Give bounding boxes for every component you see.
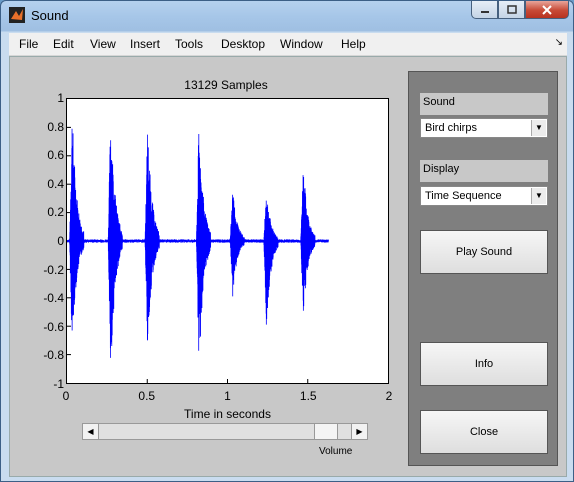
close-icon <box>542 4 552 15</box>
plot-area[interactable] <box>66 98 389 384</box>
x-axis-label: Time in seconds <box>184 407 271 421</box>
minimize-icon <box>480 10 489 13</box>
menu-insert[interactable]: Insert <box>130 37 160 51</box>
y-tick-label: 0.4 <box>47 176 64 191</box>
y-tick-label: 0.2 <box>47 205 64 220</box>
sound-label: Sound <box>420 93 548 115</box>
volume-label: Volume <box>319 446 353 457</box>
menu-edit[interactable]: Edit <box>53 37 74 51</box>
menu-bar: ↘ File Edit View Insert Tools Desktop Window He… <box>9 33 567 56</box>
x-tick-label: 0 <box>62 389 70 403</box>
title-bar[interactable]: Sound <box>1 1 573 31</box>
x-tick-label: 0.5 <box>138 389 156 403</box>
x-tick-label: 1.5 <box>299 389 317 403</box>
y-tick-label: -0.6 <box>43 319 64 334</box>
info-button[interactable]: Info <box>420 342 548 386</box>
menu-tools[interactable]: Tools <box>175 37 203 51</box>
display-label: Display <box>420 160 548 182</box>
figure-area: 13129 Samples 1 0.8 0.6 0.4 0.2 0 -0.2 -0.4 -0.6… <box>9 56 567 477</box>
display-select-value: Time Sequence <box>425 190 502 202</box>
volume-slider[interactable]: ◀ ▶ <box>82 423 368 440</box>
sound-select[interactable]: Bird chirps ▼ <box>420 118 548 138</box>
minimize-button[interactable] <box>471 1 498 19</box>
slider-left-arrow[interactable]: ◀ <box>83 424 99 439</box>
x-tick-label: 2 <box>385 389 393 403</box>
chevron-down-icon[interactable]: ▼ <box>531 120 546 136</box>
y-tick-label: 0.8 <box>47 119 64 134</box>
sound-select-value: Bird chirps <box>425 122 477 134</box>
sound-window: Sound ↘ File Edit View Insert Tools Desktop Wi… <box>0 0 574 482</box>
y-tick-label: 1 <box>57 91 64 105</box>
x-tick-label: 1 <box>224 389 231 403</box>
matlab-icon <box>9 7 25 23</box>
y-tick-label: -0.4 <box>43 291 64 306</box>
close-window-button[interactable] <box>525 1 569 19</box>
y-tick-label: -0.2 <box>43 262 64 277</box>
play-sound-button[interactable]: Play Sound <box>420 230 548 274</box>
chevron-down-icon[interactable]: ▼ <box>531 188 546 204</box>
slider-thumb[interactable] <box>313 424 338 439</box>
menu-view[interactable]: View <box>90 37 116 51</box>
menu-help[interactable]: Help <box>341 37 366 51</box>
maximize-button[interactable] <box>498 1 525 19</box>
maximize-icon <box>506 5 517 14</box>
axes-title: 13129 Samples <box>184 78 268 92</box>
menu-desktop[interactable]: Desktop <box>221 37 265 51</box>
menu-window[interactable]: Window <box>280 37 323 51</box>
control-panel: Sound Bird chirps ▼ Display Time Sequenc… <box>408 71 558 466</box>
menu-file[interactable]: File <box>19 37 38 51</box>
window-title: Sound <box>31 8 69 23</box>
y-tick-label: 0 <box>57 234 64 248</box>
close-button[interactable]: Close <box>420 410 548 454</box>
waveform-line <box>66 128 330 358</box>
slider-right-arrow[interactable]: ▶ <box>351 424 367 439</box>
dock-arrow-icon[interactable]: ↘ <box>555 37 563 48</box>
waveform-plot <box>66 126 330 383</box>
display-select[interactable]: Time Sequence ▼ <box>420 186 548 206</box>
y-tick-label: 0.6 <box>47 148 64 163</box>
y-tick-label: -0.8 <box>43 348 64 363</box>
